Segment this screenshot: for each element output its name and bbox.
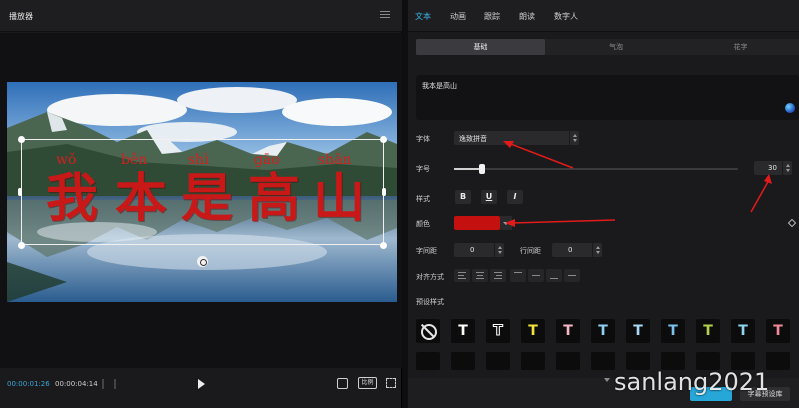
player-controls: 00:00:01:26 00:00:04:14 比例 — [0, 368, 402, 408]
play-icon[interactable] — [198, 379, 205, 389]
fit-view-icon[interactable] — [337, 378, 348, 389]
preset-row2-item[interactable] — [451, 352, 475, 370]
underline-button[interactable]: U — [481, 190, 497, 204]
subtab-fancy-text[interactable]: 花字 — [682, 39, 799, 55]
resize-handle-br[interactable] — [380, 242, 387, 249]
align-bottom-icon[interactable] — [546, 269, 562, 282]
none-icon[interactable] — [416, 319, 440, 343]
color-swatch[interactable] — [454, 216, 500, 230]
presets-label: 预设样式 — [416, 298, 444, 306]
resize-handle-right[interactable] — [382, 188, 386, 196]
property-tabs: 文本 动画 跟踪 朗读 数字人 — [408, 0, 799, 32]
resize-handle-left[interactable] — [18, 188, 22, 196]
size-value: 30 — [768, 164, 777, 172]
letter-spacing-stepper-icon[interactable] — [494, 243, 504, 257]
player-header: 播放器 — [0, 0, 402, 32]
app-root: 播放器 wǒ běn shì gāo shān 我 本 是 高 山 00:00:… — [0, 0, 799, 408]
preset-row2-item[interactable] — [766, 352, 790, 370]
align-middle-icon[interactable] — [528, 269, 544, 282]
player-title: 播放器 — [9, 12, 33, 21]
preset-row2-item[interactable] — [416, 352, 440, 370]
resize-handle-tl[interactable] — [18, 136, 25, 143]
letter-spacing-input[interactable]: 0 — [454, 243, 504, 257]
tab-text[interactable]: 文本 — [415, 11, 431, 22]
tab-animation[interactable]: 动画 — [450, 11, 466, 22]
t-white-icon[interactable]: T — [451, 319, 475, 343]
scroll-down-icon[interactable] — [604, 378, 610, 382]
size-label: 字号 — [416, 165, 430, 173]
t-lightblue-icon[interactable]: T — [626, 319, 650, 343]
properties-panel: 文本 动画 跟踪 朗读 数字人 基础 气泡 花字 我本是高山 字体 逸致拼音 字… — [408, 0, 799, 408]
font-select[interactable]: 逸致拼音 — [454, 131, 579, 145]
player-panel: 播放器 wǒ běn shì gāo shān 我 本 是 高 山 00:00:… — [0, 0, 402, 408]
align-right-icon[interactable] — [490, 269, 506, 282]
resize-handle-tr[interactable] — [380, 136, 387, 143]
t-cyan-icon[interactable]: T — [731, 319, 755, 343]
text-content-value: 我本是高山 — [422, 82, 457, 90]
preset-row2-item[interactable] — [521, 352, 545, 370]
font-value: 逸致拼音 — [459, 135, 487, 143]
text-content-input[interactable]: 我本是高山 — [416, 75, 799, 120]
t-yellow-icon[interactable]: T — [521, 319, 545, 343]
t-outline-icon[interactable]: T — [486, 319, 510, 343]
size-input[interactable]: 30 — [754, 161, 792, 175]
font-label: 字体 — [416, 135, 430, 143]
size-stepper-icon[interactable] — [782, 161, 792, 175]
watermark: sanlang2021 — [614, 368, 770, 396]
align-vertical-icon[interactable] — [564, 269, 580, 282]
subtab-basic[interactable]: 基础 — [416, 39, 545, 55]
size-slider[interactable] — [454, 164, 738, 174]
color-dropdown-icon[interactable] — [500, 216, 512, 230]
align-left-icon[interactable] — [454, 269, 470, 282]
italic-button[interactable]: I — [507, 190, 523, 204]
font-stepper-icon[interactable] — [569, 131, 579, 145]
rotate-icon[interactable] — [197, 256, 208, 267]
bold-button[interactable]: B — [455, 190, 471, 204]
line-spacing-stepper-icon[interactable] — [592, 243, 602, 257]
align-label: 对齐方式 — [416, 273, 444, 281]
timeline-grid-icon[interactable] — [102, 379, 116, 389]
color-label: 颜色 — [416, 220, 430, 228]
resize-handle-bl[interactable] — [18, 242, 25, 249]
preset-row2-item[interactable] — [591, 352, 615, 370]
t-skyblue-icon[interactable]: T — [661, 319, 685, 343]
line-spacing-label: 行间距 — [520, 247, 541, 255]
tab-tracking[interactable]: 跟踪 — [484, 11, 500, 22]
subtab-bubble[interactable]: 气泡 — [552, 39, 680, 55]
size-slider-fill — [454, 168, 483, 170]
letter-spacing-label: 字间距 — [416, 247, 437, 255]
size-slider-knob[interactable] — [479, 164, 486, 174]
subtab-bar: 基础 气泡 花字 — [416, 39, 799, 55]
menu-icon[interactable] — [380, 11, 390, 19]
t-red-icon[interactable]: T — [766, 319, 790, 343]
ratio-button[interactable]: 比例 — [358, 377, 377, 389]
align-top-icon[interactable] — [510, 269, 526, 282]
letter-spacing-value: 0 — [470, 246, 475, 254]
line-spacing-input[interactable]: 0 — [552, 243, 602, 257]
t-blue-icon[interactable]: T — [591, 319, 615, 343]
style-label: 样式 — [416, 195, 430, 203]
preset-row2-item[interactable] — [486, 352, 510, 370]
t-pink-icon[interactable]: T — [556, 319, 580, 343]
ai-assistant-icon[interactable] — [785, 103, 795, 113]
text-selection-box[interactable] — [21, 139, 384, 245]
align-buttons — [454, 269, 592, 282]
align-center-icon[interactable] — [472, 269, 488, 282]
tab-read-aloud[interactable]: 朗读 — [519, 11, 535, 22]
line-spacing-value: 0 — [568, 246, 573, 254]
timecode-total: 00:00:04:14 — [55, 380, 98, 388]
tab-digital-human[interactable]: 数字人 — [554, 11, 578, 22]
t-green-icon[interactable]: T — [696, 319, 720, 343]
preset-row2-item[interactable] — [556, 352, 580, 370]
fullscreen-icon[interactable] — [386, 378, 396, 388]
keyframe-icon[interactable] — [787, 218, 797, 228]
timecode-current: 00:00:01:26 — [7, 380, 50, 388]
